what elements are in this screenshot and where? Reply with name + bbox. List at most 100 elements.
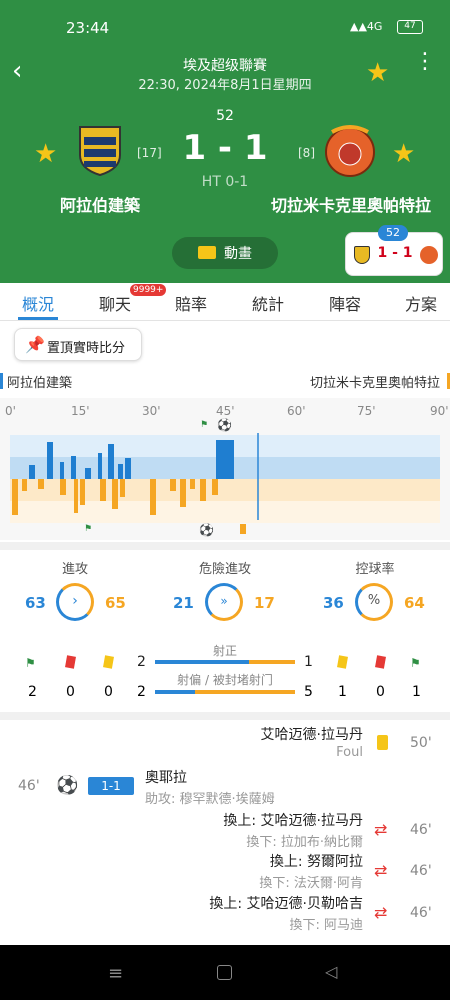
away-red: 0 [376, 684, 385, 700]
event-minute: 46' [18, 778, 40, 794]
corner-flag-icon: ⚑ [25, 656, 36, 670]
event-player: 奧耶拉 [145, 770, 187, 786]
tab-overview[interactable]: 概況 [22, 291, 54, 315]
dangerous-ring-icon: » [205, 583, 243, 621]
event-row[interactable]: 46' ⚽ 1-1 奧耶拉 助攻: 穆罕默德·埃薩姆 [0, 764, 450, 810]
away-team-logo[interactable] [322, 122, 378, 178]
yellow-card-icon [377, 735, 388, 750]
timeline-away-name: 切拉米卡克里奧帕特拉 [309, 376, 440, 391]
active-tab-indicator [18, 317, 58, 320]
attack-ring-icon: › [56, 583, 94, 621]
attack-home: 63 [25, 594, 46, 612]
home-off-target: 2 [137, 684, 146, 700]
dangerous-label: 危險進攻 [198, 562, 251, 577]
event-detail: 換下: 法沃爾·阿肯 [259, 876, 363, 891]
attack-label: 進攻 [61, 562, 88, 577]
corner-flag-icon: ⚑ [410, 656, 421, 670]
tab-chat[interactable]: 聊天 [99, 291, 131, 315]
off-target-home-bar [155, 690, 195, 694]
mini-home-logo [354, 246, 370, 264]
pin-label: 置頂實時比分 [47, 341, 126, 356]
events-list: 艾哈迈德·拉马丹 Foul 50' 46' ⚽ 1-1 奧耶拉 助攻: 穆罕默德… [0, 720, 450, 945]
league-name: 埃及超级聯賽 [183, 58, 267, 74]
away-follow-star-icon[interactable]: ★ [392, 141, 415, 167]
momentum-chart: 0' 15' 30' 45' 60' 75' 90' ⚑ ⚽ ⚑ ⚽ [0, 398, 450, 540]
match-datetime: 22:30, 2024年8月1日星期四 [138, 78, 312, 93]
match-header: 23:44 ▲▲4G 47 ‹ 埃及超级聯賽 22:30, 2024年8月1日星… [0, 0, 450, 283]
menu-icon[interactable]: ≡ [108, 963, 123, 984]
timeline-team-row: 阿拉伯建築 切拉米卡克里奧帕特拉 [0, 368, 450, 394]
event-row[interactable]: 艾哈迈德·拉马丹 Foul 50' [0, 720, 450, 764]
event-score-badge: 1-1 [88, 777, 134, 795]
possession-ring-icon: % [355, 583, 393, 621]
event-minute: 46' [410, 905, 432, 921]
away-off-target: 5 [304, 684, 313, 700]
animation-button[interactable]: 動畫 [172, 237, 278, 269]
dangerous-away: 17 [254, 594, 275, 612]
tab-odds[interactable]: 賠率 [175, 291, 207, 315]
home-follow-star-icon[interactable]: ★ [34, 141, 57, 167]
tab-bar: 概況 聊天 9999+ 賠率 統計 陣容 方案 [0, 283, 450, 321]
timeline-home-name: 阿拉伯建築 [7, 376, 73, 391]
home-icon[interactable] [217, 965, 232, 980]
chat-badge: 9999+ [130, 284, 167, 296]
pin-live-score-button[interactable]: 📌 置頂實時比分 [14, 328, 142, 361]
mini-score: 1 - 1 [377, 245, 413, 261]
event-player: 換上: 艾哈迈德·贝勒哈吉 [209, 896, 363, 912]
divider [0, 712, 450, 720]
event-minute: 46' [410, 822, 432, 838]
away-on-target: 1 [304, 654, 313, 670]
home-rank: [17] [137, 146, 162, 160]
corner-flag-icon: ⚑ [200, 420, 209, 430]
event-detail: 助攻: 穆罕默德·埃薩姆 [145, 792, 275, 807]
divider [0, 542, 450, 550]
event-row[interactable]: 換上: 努爾阿拉 換下: 法沃爾·阿肯 ⇄ 46' [0, 851, 450, 895]
possession-home: 36 [323, 594, 344, 612]
yellow-card-icon [337, 655, 348, 669]
event-row[interactable]: 換上: 艾哈迈德·贝勒哈吉 換下: 阿马迪 ⇄ 46' [0, 893, 450, 937]
off-target-label: 射偏 / 被封堵射门 [177, 673, 273, 687]
animation-label: 動畫 [224, 246, 252, 262]
event-minute: 50' [410, 735, 432, 751]
mini-minute: 52 [378, 225, 408, 241]
pin-icon: 📌 [25, 335, 45, 354]
home-red: 0 [66, 684, 75, 700]
more-menu-icon[interactable]: ⋮ [414, 51, 436, 73]
event-minute: 46' [410, 863, 432, 879]
on-target-home-bar [155, 660, 249, 664]
stats-panel: 進攻 63 › 65 危險進攻 21 » 17 控球率 36 % 64 ⚑ 2 … [0, 552, 450, 712]
pitch-icon [198, 246, 216, 259]
on-target-label: 射正 [212, 644, 237, 658]
away-team-name[interactable]: 切拉米卡克里奧帕特拉 [258, 192, 444, 216]
halftime-score: HT 0-1 [201, 174, 249, 190]
goal-ball-icon: ⚽ [199, 523, 214, 537]
away-yellow: 1 [338, 684, 347, 700]
back-icon[interactable]: ‹ [12, 58, 22, 84]
home-team-logo[interactable] [76, 125, 124, 177]
home-team-name[interactable]: 阿拉伯建築 [30, 192, 170, 216]
tab-stats[interactable]: 統計 [252, 291, 284, 315]
away-corners: 1 [412, 684, 421, 700]
red-card-icon [375, 655, 386, 669]
favorite-star-icon[interactable]: ★ [366, 60, 389, 86]
possession-label: 控球率 [355, 562, 395, 577]
corner-flag-icon: ⚑ [84, 524, 93, 534]
mini-score-widget[interactable]: 52 1 - 1 [345, 225, 443, 276]
event-detail: 換下: 阿马迪 [289, 918, 363, 933]
event-detail: Foul [336, 745, 363, 760]
substitution-icon: ⇄ [374, 820, 388, 839]
substitution-icon: ⇄ [374, 861, 388, 880]
event-row[interactable]: 換上: 艾哈迈德·拉马丹 換下: 拉加布·納比爾 ⇄ 46' [0, 810, 450, 854]
match-score: 1 - 1 [182, 128, 268, 168]
goal-ball-icon: ⚽ [56, 775, 79, 796]
match-minute: 52 [216, 108, 234, 124]
event-detail: 換下: 拉加布·納比爾 [246, 835, 363, 850]
tab-plans[interactable]: 方案 [405, 291, 437, 315]
dangerous-home: 21 [173, 594, 194, 612]
system-nav-bar: ≡ ◁ [0, 945, 450, 1000]
battery-icon: 47 [397, 20, 423, 34]
home-on-target: 2 [137, 654, 146, 670]
status-time: 23:44 [66, 19, 110, 37]
tab-lineup[interactable]: 陣容 [329, 291, 361, 315]
back-nav-icon[interactable]: ◁ [325, 962, 337, 981]
